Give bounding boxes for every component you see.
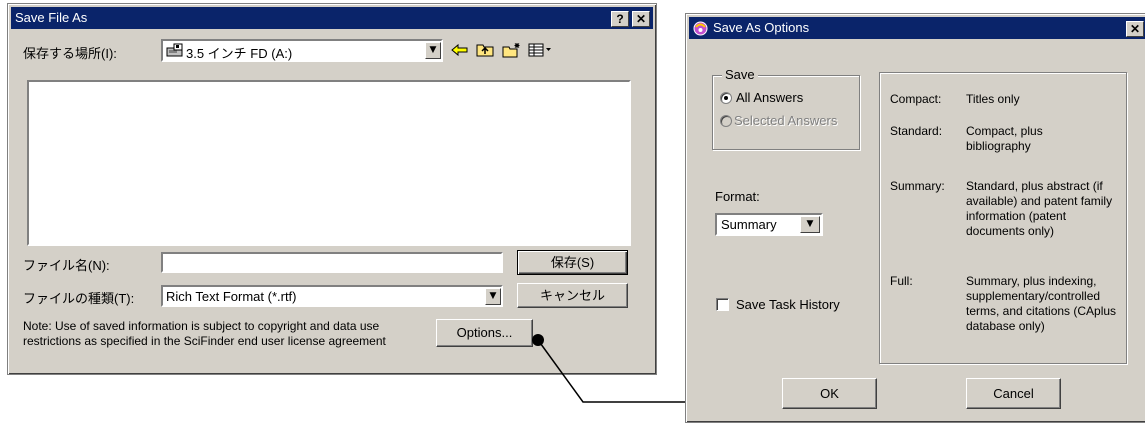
location-label: 保存する場所(I): [23,46,117,61]
filename-input[interactable] [161,252,503,273]
save-group-label: Save [722,67,758,82]
radio-selected-answers [720,115,732,127]
format-name-summary: Summary: [890,179,945,193]
filetype-value: Rich Text Format (*.rtf) [166,289,297,304]
format-name-full: Full: [890,274,913,288]
format-name-standard: Standard: [890,124,943,138]
format-dropdown-button[interactable]: ▼ [800,216,820,233]
options-cancel-button[interactable]: Cancel [966,378,1061,409]
location-select[interactable]: 3.5 インチ FD (A:) ▼ [161,39,443,62]
license-note: Note: Use of saved information is subjec… [23,319,386,348]
filename-label: ファイル名(N): [23,258,110,273]
close-button[interactable]: ✕ [632,11,650,27]
save-task-history-checkbox[interactable] [716,298,729,311]
format-select[interactable]: Summary ▼ [715,213,823,236]
options-button[interactable]: Options... [436,319,533,347]
save-dialog-title: Save File As [15,10,88,25]
filetype-select[interactable]: Rich Text Format (*.rtf) ▼ [161,285,503,307]
save-options-dialog: Save As Options ✕ Save All Answers Selec… [685,13,1145,423]
view-menu-icon[interactable] [528,42,554,58]
format-desc-full: Summary, plus indexing, supplementary/co… [966,274,1117,333]
radio-selected-answers-label: Selected Answers [734,113,838,128]
location-dropdown-button[interactable]: ▼ [425,42,441,59]
format-value: Summary [721,217,777,232]
save-button[interactable]: 保存(S) [517,250,628,275]
format-desc-summary: Standard, plus abstract (if available) a… [966,179,1113,238]
new-folder-icon[interactable] [502,42,522,58]
options-dialog-titlebar[interactable]: Save As Options ✕ [689,17,1145,39]
radio-all-answers[interactable] [720,92,732,104]
floppy-drive-icon [166,43,183,57]
radio-all-answers-label[interactable]: All Answers [736,90,803,105]
up-folder-icon[interactable] [476,42,496,58]
format-name-compact: Compact: [890,92,942,106]
help-button[interactable]: ? [611,11,629,27]
save-task-history-label[interactable]: Save Task History [736,297,840,312]
ok-button[interactable]: OK [782,378,877,409]
cancel-button[interactable]: キャンセル [517,283,628,308]
app-icon [693,21,708,36]
filetype-dropdown-button[interactable]: ▼ [485,288,501,305]
format-desc-standard: Compact, plus bibliography [966,124,1043,153]
options-close-button[interactable]: ✕ [1126,21,1144,37]
save-file-dialog: Save File As ? ✕ 保存する場所(I): 3.5 インチ FD (… [7,3,657,375]
format-desc-compact: Titles only [966,92,1020,106]
options-dialog-title: Save As Options [713,20,810,35]
format-label: Format: [715,189,760,204]
save-dialog-titlebar[interactable]: Save File As ? ✕ [11,7,653,29]
back-icon[interactable] [450,42,470,58]
location-value: 3.5 インチ FD (A:) [186,46,293,61]
file-list[interactable] [27,80,631,246]
filetype-label: ファイルの種類(T): [23,291,135,306]
